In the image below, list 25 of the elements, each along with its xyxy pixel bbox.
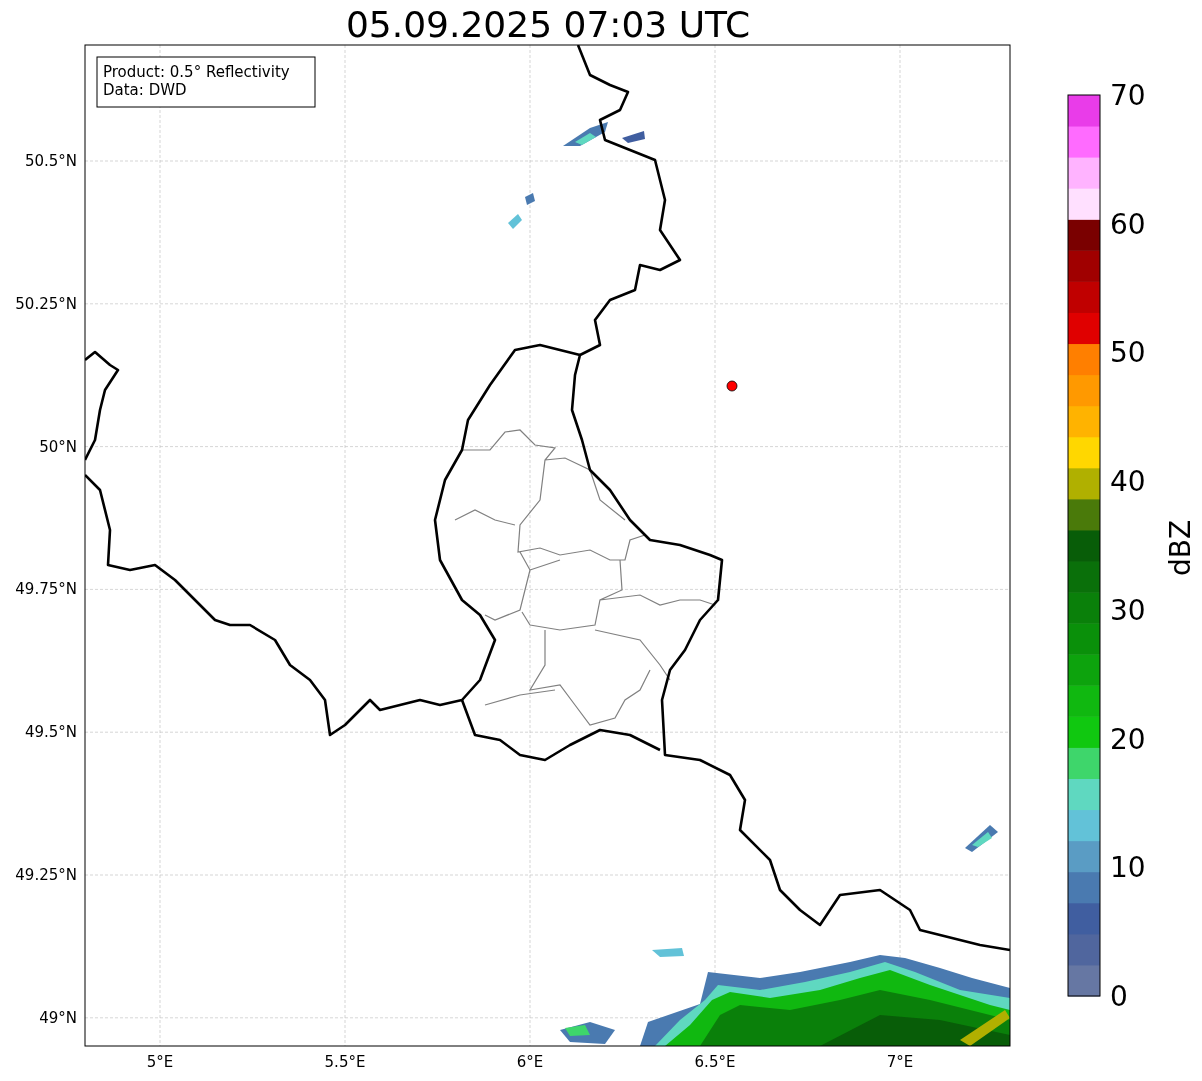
axis-tick-label: 49.75°N: [15, 580, 77, 599]
axis-tick-label: 49°N: [39, 1008, 77, 1027]
colorbar-tick-label: 40: [1110, 465, 1146, 499]
axis-tick-label: 50.5°N: [24, 152, 77, 170]
axis-tick-label: 50°N: [39, 437, 77, 456]
axis-tick-label: 6.5°E: [694, 1053, 736, 1071]
colorbar-tick-label: 20: [1110, 722, 1146, 756]
info-text: Data: DWD: [103, 81, 187, 99]
info-text: Product: 0.5° Reflectivity: [103, 63, 290, 81]
colorbar-tick-label: 70: [1110, 79, 1146, 112]
axis-tick-label: 5°E: [146, 1053, 174, 1071]
axis-tick-label: 50.25°N: [15, 294, 77, 313]
axis-tick-label: 49.25°N: [15, 866, 77, 884]
colorbar-tick-label: 60: [1110, 207, 1146, 241]
colorbar-tick-label: 10: [1110, 851, 1146, 885]
radar-site-marker: [726, 380, 738, 392]
colorbar-label: dBZ: [1164, 519, 1197, 577]
axis-tick-label: 6°E: [516, 1053, 544, 1071]
colorbar-tick-label: 50: [1110, 336, 1146, 370]
colorbar-tick-label: 30: [1110, 593, 1146, 627]
axis-tick-label: 7°E: [886, 1053, 914, 1071]
chart-title: 05.09.2025 07:03 UTC: [345, 4, 751, 45]
axis-tick-label: 5.5°E: [324, 1053, 366, 1071]
colorbar-tick-label: 0: [1110, 980, 1128, 1013]
axis-tick-label: 49.5°N: [24, 723, 77, 742]
